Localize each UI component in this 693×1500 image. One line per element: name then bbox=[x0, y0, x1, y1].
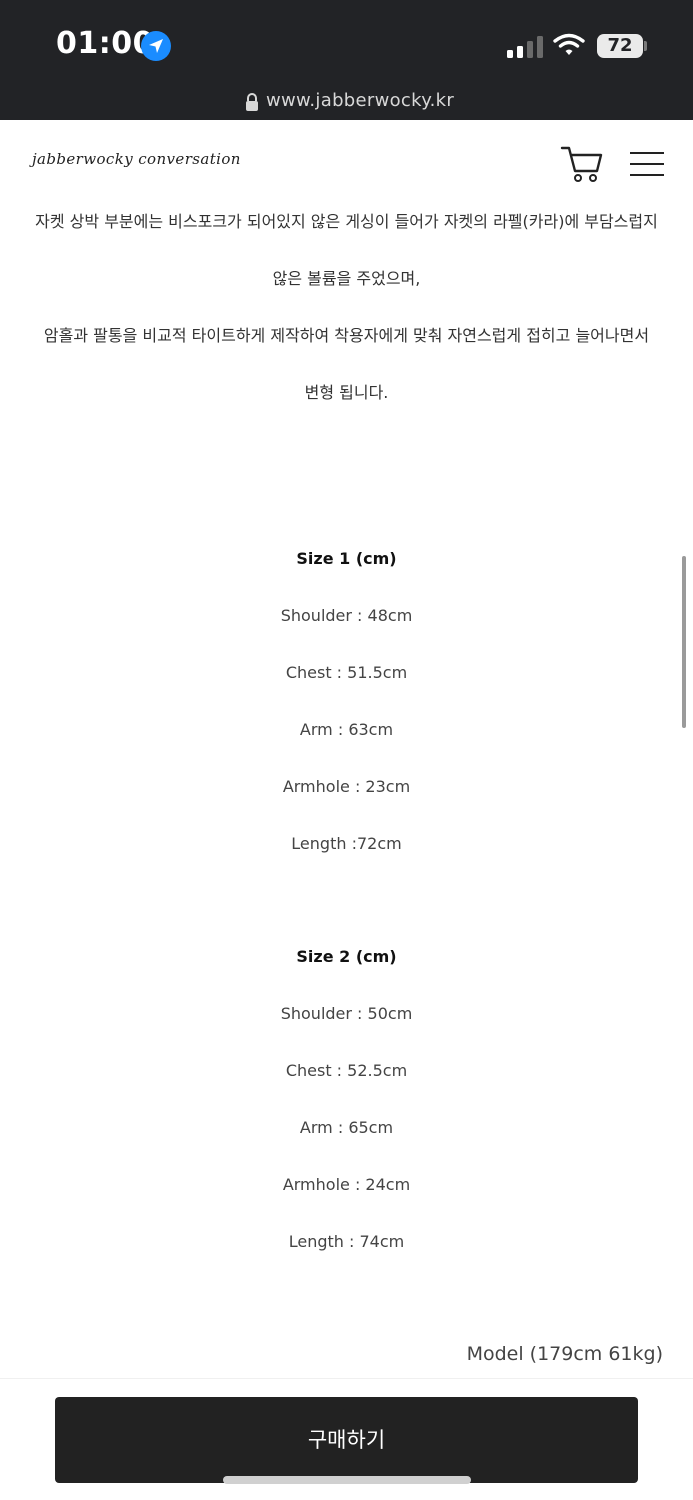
size-1-line: Shoulder : 48cm bbox=[280, 606, 413, 625]
wifi-icon bbox=[553, 33, 585, 61]
size-1-line: Chest : 51.5cm bbox=[285, 663, 408, 682]
page-scrollbar[interactable] bbox=[682, 556, 686, 728]
url-text[interactable]: www.jabberwocky.kr bbox=[266, 90, 454, 111]
description-line: 않은 볼륨을 주었으며, bbox=[272, 269, 421, 288]
size-2-line: Armhole : 24cm bbox=[282, 1175, 411, 1194]
size-2-title: Size 2 (cm) bbox=[296, 947, 397, 966]
size-2-line: Arm : 65cm bbox=[299, 1118, 394, 1137]
model-info: Model (179cm 61kg) bbox=[466, 1343, 663, 1365]
browser-url-bar[interactable]: www.jabberwocky.kr bbox=[0, 84, 693, 120]
status-time: 01:00 bbox=[56, 26, 154, 61]
size-1-title: Size 1 (cm) bbox=[296, 549, 397, 568]
size-2-line: Chest : 52.5cm bbox=[285, 1061, 408, 1080]
status-bar: 01:00 72 bbox=[0, 0, 693, 84]
description-line: 자켓 상박 부분에는 비스포크가 되어있지 않은 게싱이 들어가 자켓의 라펠(… bbox=[35, 212, 658, 231]
size-2-line: Shoulder : 50cm bbox=[280, 1004, 413, 1023]
location-arrow-icon bbox=[141, 31, 171, 61]
size-2-line: Length : 74cm bbox=[288, 1232, 405, 1251]
home-indicator[interactable] bbox=[223, 1476, 471, 1484]
battery-icon: 72 bbox=[597, 34, 643, 58]
buy-button[interactable]: 구매하기 bbox=[55, 1397, 638, 1483]
cart-icon[interactable] bbox=[560, 144, 604, 188]
description-line: 암홀과 팔통을 비교적 타이트하게 제작하여 착용자에게 맞춰 자연스럽게 접히… bbox=[43, 326, 650, 345]
size-1-line: Armhole : 23cm bbox=[282, 777, 411, 796]
size-1-line: Arm : 63cm bbox=[299, 720, 394, 739]
size-1-line: Length :72cm bbox=[291, 834, 402, 853]
lock-icon bbox=[244, 92, 260, 116]
hamburger-menu-icon[interactable] bbox=[630, 152, 664, 176]
site-logo[interactable]: jabberwocky conversation bbox=[32, 150, 241, 168]
description-line: 변형 됩니다. bbox=[304, 383, 389, 402]
battery-cap bbox=[644, 41, 647, 51]
site-header: jabberwocky conversation bbox=[0, 120, 693, 206]
signal-icon bbox=[507, 36, 543, 58]
battery-level: 72 bbox=[607, 35, 633, 56]
